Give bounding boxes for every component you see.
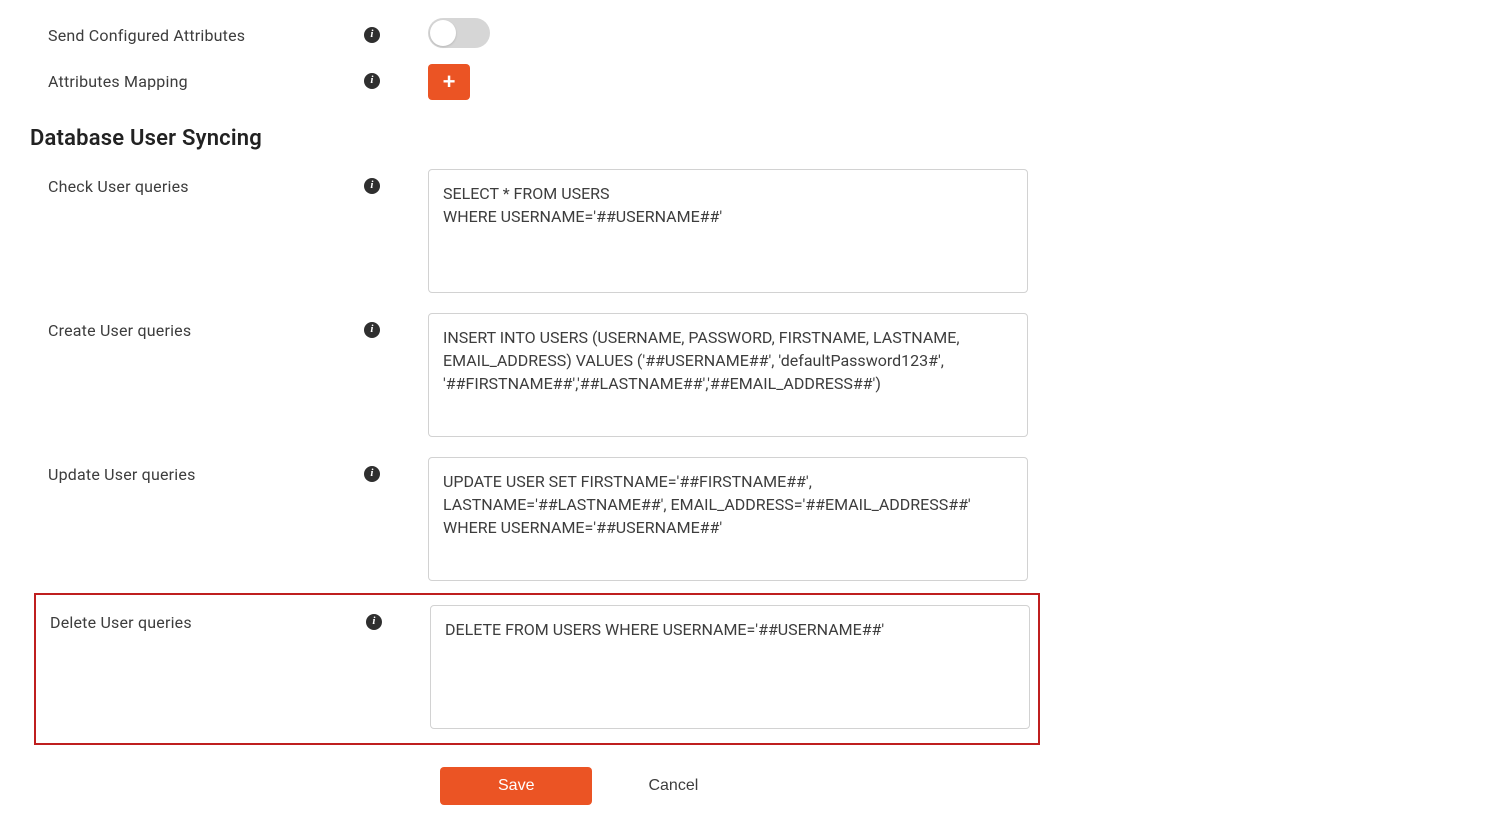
row-create-user-queries: Create User queries i	[0, 305, 1100, 449]
info-icon[interactable]: i	[364, 178, 380, 194]
info-icon[interactable]: i	[364, 73, 380, 89]
label-send-configured-attributes: Send Configured Attributes	[48, 26, 245, 45]
textarea-update-user-queries[interactable]	[428, 457, 1028, 581]
toggle-send-configured-attributes[interactable]	[428, 18, 490, 48]
form-wrap: Send Configured Attributes i Attributes …	[0, 10, 1100, 805]
info-icon[interactable]: i	[364, 322, 380, 338]
label-create-user-queries: Create User queries	[48, 321, 191, 340]
form-footer: Save Cancel	[0, 767, 1100, 805]
label-check-user-queries: Check User queries	[48, 177, 189, 196]
cancel-button[interactable]: Cancel	[648, 777, 698, 795]
add-attribute-mapping-button[interactable]: +	[428, 64, 470, 100]
row-update-user-queries: Update User queries i	[0, 449, 1100, 593]
info-icon[interactable]: i	[364, 27, 380, 43]
highlight-delete-user-queries: Delete User queries i	[34, 593, 1040, 745]
info-icon[interactable]: i	[366, 614, 382, 630]
label-update-user-queries: Update User queries	[48, 465, 196, 484]
plus-icon: +	[443, 71, 456, 93]
save-button[interactable]: Save	[440, 767, 592, 805]
label-delete-user-queries: Delete User queries	[50, 613, 192, 632]
section-title-database-user-syncing: Database User Syncing	[0, 126, 1100, 151]
textarea-delete-user-queries[interactable]	[430, 605, 1030, 729]
row-check-user-queries: Check User queries i	[0, 161, 1100, 305]
toggle-knob	[430, 20, 456, 46]
label-attributes-mapping: Attributes Mapping	[48, 72, 188, 91]
row-attributes-mapping: Attributes Mapping i +	[0, 56, 1100, 108]
row-delete-user-queries: Delete User queries i	[36, 605, 1038, 733]
textarea-create-user-queries[interactable]	[428, 313, 1028, 437]
info-icon[interactable]: i	[364, 466, 380, 482]
textarea-check-user-queries[interactable]	[428, 169, 1028, 293]
row-send-configured-attributes: Send Configured Attributes i	[0, 10, 1100, 56]
